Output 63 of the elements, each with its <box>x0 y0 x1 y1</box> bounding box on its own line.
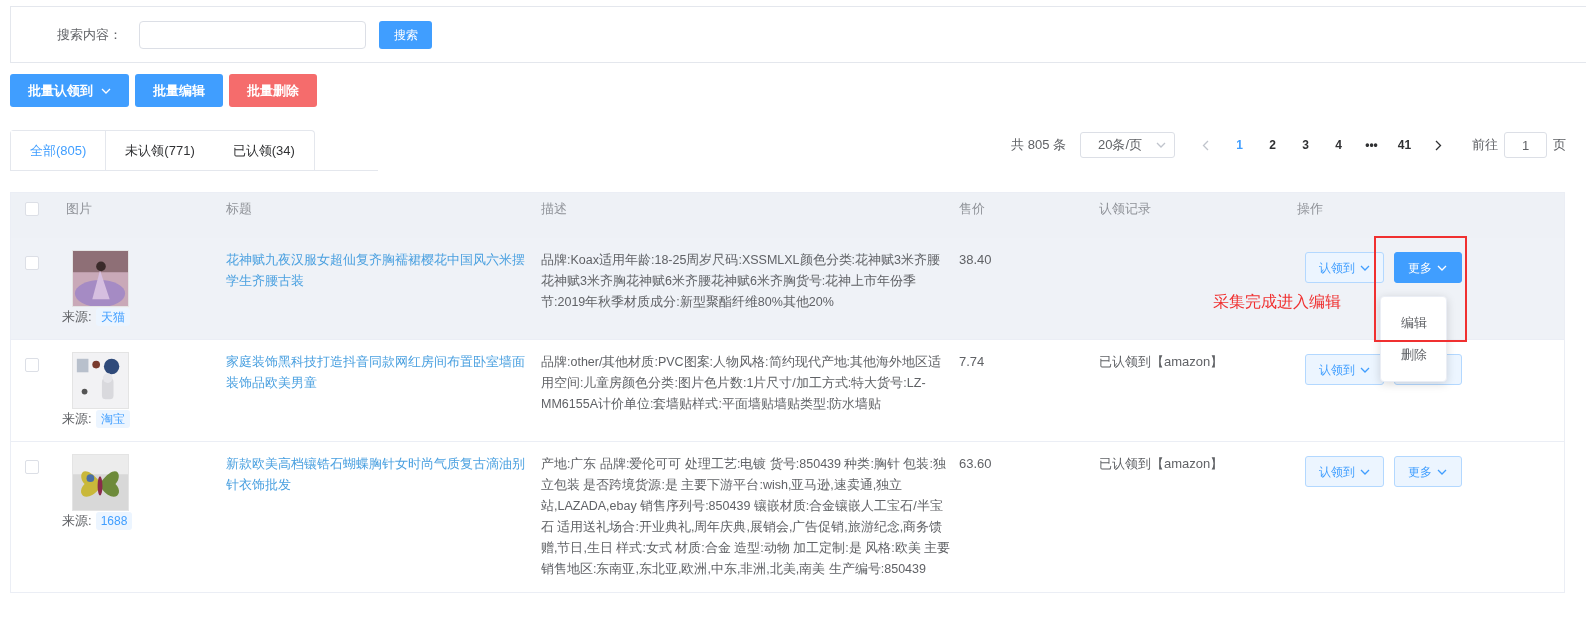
page-button[interactable]: 1 <box>1223 132 1256 158</box>
page-size-select[interactable]: 20条/页 <box>1080 132 1175 158</box>
row-checkbox[interactable] <box>25 256 39 270</box>
claim-dropdown-button[interactable]: 认领到 <box>1305 456 1384 487</box>
chevron-down-icon <box>1156 142 1166 148</box>
column-header: 图片 <box>65 200 93 219</box>
price: 38.40 <box>959 252 992 267</box>
source-label: 来源: <box>62 512 92 530</box>
page-suffix: 页 <box>1553 136 1566 155</box>
total-count: 共 805 条 <box>1011 136 1066 155</box>
row-checkbox[interactable] <box>25 358 39 372</box>
source-tag: 天猫 <box>95 307 130 326</box>
menu-item[interactable]: 编辑 <box>1400 307 1427 339</box>
description-text: 品牌:other/其他材质:PVC图案:人物风格:简约现代产地:其他海外地区适用空间:儿童房颜色分类:图片色片数:1片尺寸/加工方式:特大货号:LZ-MM6155A计价单位:套墙贴样式:平面墙贴墙贴类型:防水墙贴 <box>541 354 943 413</box>
search-label: 搜索内容： <box>57 25 123 44</box>
chevron-down-icon <box>1437 468 1447 475</box>
annotation-text: 采集完成进入编辑 <box>1213 292 1341 312</box>
claim-record: 已认领到【amazon】 <box>1099 354 1224 369</box>
product-title-link[interactable]: 新款欧美高档镶锆石蝴蝶胸针女时尚气质复古滴油别针衣饰批发 <box>226 454 531 496</box>
claim-dropdown-button[interactable]: 认领到 <box>1305 354 1384 385</box>
page-button[interactable]: 2 <box>1256 132 1289 158</box>
source-label: 来源: <box>62 410 92 428</box>
claim-dropdown-button[interactable]: 认领到 <box>1305 252 1384 283</box>
menu-item[interactable]: 删除 <box>1400 339 1427 371</box>
column-header: 认领记录 <box>1099 200 1152 219</box>
search-field[interactable] <box>139 20 366 49</box>
page-number-field[interactable]: 1 <box>1504 132 1547 158</box>
source-tag: 淘宝 <box>95 409 130 428</box>
row-checkbox[interactable] <box>25 460 39 474</box>
goto-label: 前往 <box>1472 136 1498 155</box>
page-button[interactable]: 4 <box>1322 132 1355 158</box>
search-button[interactable]: 搜索 <box>379 20 432 49</box>
chevron-down-icon <box>101 87 111 94</box>
dropdown-button[interactable]: 批量认领到 <box>10 74 129 107</box>
page-button[interactable]: 3 <box>1289 132 1322 158</box>
chevron-down-icon <box>1437 264 1447 271</box>
select-all-checkbox[interactable] <box>25 202 39 217</box>
action-button[interactable]: 批量删除 <box>229 74 317 107</box>
price: 7.74 <box>959 354 985 369</box>
source-tag: 1688 <box>95 511 133 530</box>
chevron-down-icon <box>1360 468 1370 475</box>
product-title-link[interactable]: 家庭装饰黑科技打造抖音同款网红房间布置卧室墙面装饰品欧美男童 <box>226 352 531 394</box>
more-button[interactable]: 更多 <box>1394 252 1462 283</box>
page-button[interactable]: 41 <box>1388 132 1421 158</box>
more-button[interactable]: 更多 <box>1394 456 1462 487</box>
description-text: 品牌:Koax适用年龄:18-25周岁尺码:XSSMLXL颜色分类:花神赋3米齐腰花神赋3米齐胸花神赋6米齐腰花神赋6米齐胸货号:花神上市年份季节:2019年秋季材质成分:新型聚酯纤维80%其他20% <box>541 252 941 311</box>
source-label: 来源: <box>62 308 92 326</box>
claim-record: 已认领到【amazon】 <box>1099 456 1224 471</box>
tab[interactable]: 未认领(771) <box>105 131 214 170</box>
column-header: 售价 <box>959 200 986 219</box>
column-header: 描述 <box>541 200 568 219</box>
next-page-icon[interactable] <box>1435 139 1442 151</box>
previous-page-icon[interactable] <box>1202 139 1209 151</box>
action-button[interactable]: 批量编辑 <box>135 74 223 107</box>
description-text: 产地:广东 品牌:爱伦可可 处理工艺:电镀 货号:850439 种类:胸针 包装:独立包装 是否跨境货源:是 主要下游平台:wish,亚马逊,速卖通,独立站,LAZADA,ebay 销售序列号:850439 镶嵌材质:合金镶嵌人工宝石/半宝石 适用送礼场合:开业典礼,周年庆典,展销会,广告促销,旅游纪念,商务馈赠,节日,生日 样式:女式 材质:合金 造型:动物 加工定制:是 风格:欧美 主要销售地区:东南亚,东北亚,欧洲,中东,非洲,北美,南美 生产编号:850439 <box>541 456 951 578</box>
product-title-link[interactable]: 花神赋九夜汉服女超仙复齐胸襦裙樱花中国风六米摆学生齐腰古装 <box>226 250 531 292</box>
price: 63.60 <box>959 456 992 471</box>
column-header: 操作 <box>1297 200 1324 219</box>
tab[interactable]: 已认领(34) <box>213 131 314 170</box>
page-button[interactable]: ••• <box>1355 132 1388 158</box>
chevron-down-icon <box>1360 264 1370 271</box>
chevron-down-icon <box>1360 366 1370 373</box>
column-header: 标题 <box>226 200 253 219</box>
